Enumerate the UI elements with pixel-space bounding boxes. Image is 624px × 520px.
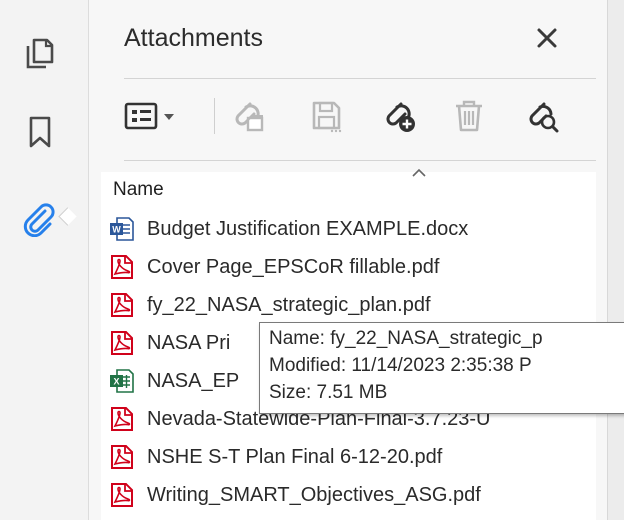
file-row[interactable]: Cover Page_EPSCoR fillable.pdf [101,248,596,286]
file-name: NSHE S-T Plan Final 6-12-20.pdf [147,445,443,468]
file-row[interactable]: Writing_SMART_Objectives_ASG.pdf [101,476,596,514]
sort-ascending-icon [412,168,426,177]
file-name: Writing_SMART_Objectives_ASG.pdf [147,483,481,506]
pdf-file-icon [109,330,135,356]
pdf-file-icon [109,482,135,508]
pdf-file-icon [109,444,135,470]
attachments-toolbar [89,86,607,146]
tooltip-size: Size: 7.51 MB [269,382,388,403]
tooltip-modified: Modified: 11/14/2023 2:35:38 P [269,355,532,376]
navigation-rail [0,0,89,520]
scrollbar[interactable] [607,0,624,520]
svg-text:W: W [112,225,121,235]
pages-icon[interactable] [16,30,64,78]
file-name: NASA Pri [147,331,231,354]
divider [124,78,596,79]
svg-text:X: X [113,377,119,387]
add-attachment-icon [386,102,415,132]
open-attachment-icon [235,102,264,132]
file-row[interactable]: W Budget Justification EXAMPLE.docx [101,210,596,248]
bookmark-icon[interactable] [16,108,64,156]
delete-icon [456,100,482,132]
close-icon [537,28,557,48]
delete-attachment-button[interactable] [444,92,494,140]
search-attachment-icon [529,102,559,133]
word-file-icon: W [109,216,135,242]
options-menu-icon [124,102,174,130]
open-attachment-button[interactable] [223,92,273,140]
file-name: Budget Justification EXAMPLE.docx [147,217,469,240]
divider [124,160,596,161]
close-button[interactable] [531,22,563,54]
file-name: fy_22_NASA_strategic_plan.pdf [147,293,431,316]
tooltip-name: Name: fy_22_NASA_strategic_p [269,328,543,349]
panel-title: Attachments [124,24,263,52]
file-row[interactable]: fy_22_NASA_strategic_plan.pdf [101,286,596,324]
paperclip-icon[interactable] [16,196,64,244]
file-name: NASA_EP [147,369,240,392]
search-attachment-button[interactable] [517,92,567,140]
add-attachment-button[interactable] [374,92,424,140]
name-column-header[interactable]: Name [113,172,164,208]
file-info-tooltip: Name: fy_22_NASA_strategic_p Modified: 1… [259,322,624,414]
options-menu-button[interactable] [121,92,185,140]
save-attachment-icon [312,101,342,133]
excel-file-icon: X [109,368,135,394]
toolbar-separator [214,98,215,134]
attachments-panel: Attachments Name W Budget Justification … [89,0,607,520]
pdf-file-icon [109,406,135,432]
file-name: Cover Page_EPSCoR fillable.pdf [147,255,440,278]
pdf-file-icon [109,292,135,318]
pdf-file-icon [109,254,135,280]
file-row[interactable]: NSHE S-T Plan Final 6-12-20.pdf [101,438,596,476]
save-attachment-button[interactable] [302,92,352,140]
